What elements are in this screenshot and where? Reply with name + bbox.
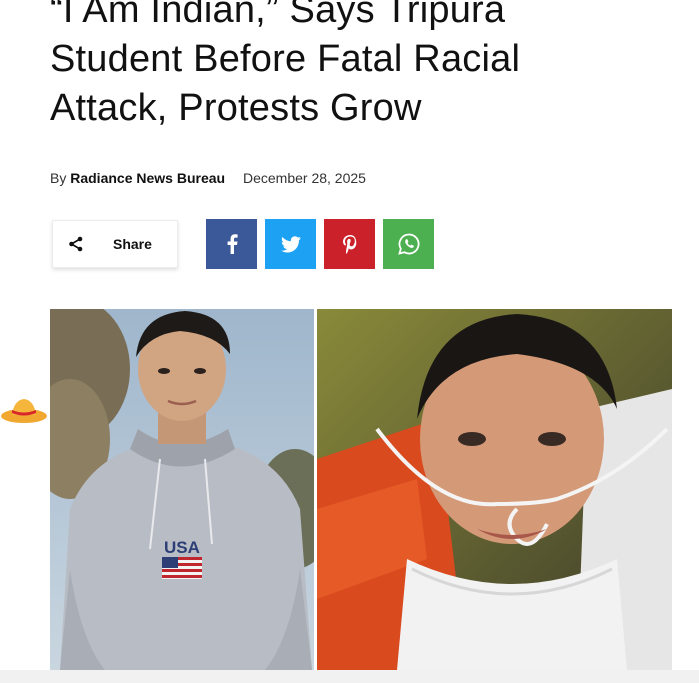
straw-hat-sticker-icon (1, 399, 47, 423)
whatsapp-share-button[interactable] (383, 219, 434, 269)
headline-line-2: Student Before Fatal Racial (50, 38, 521, 80)
whatsapp-icon (397, 233, 419, 255)
twitter-bird-icon (280, 235, 301, 252)
share-icon (67, 235, 85, 253)
publish-date: December 28, 2025 (242, 170, 366, 186)
headline-line-3: Attack, Protests Grow (50, 87, 422, 129)
author-link[interactable]: Radiance News Bureau (70, 170, 225, 186)
byline: By Radiance News Bureau December 28, 202… (50, 170, 366, 186)
pinterest-share-button[interactable] (324, 219, 375, 269)
shirt-print-text: USA (164, 538, 200, 557)
share-button[interactable]: Share (52, 220, 178, 268)
article-photo-injured-student (317, 309, 672, 670)
byline-prefix: By (50, 170, 67, 186)
article-headline: “I Am Indian,” Says Tripura Student Befo… (50, 0, 670, 133)
headline-line-1: “I Am Indian,” Says Tripura (50, 0, 506, 31)
share-label: Share (113, 236, 152, 252)
twitter-share-button[interactable] (265, 219, 316, 269)
facebook-share-button[interactable] (206, 219, 257, 269)
facebook-icon (227, 234, 238, 254)
article-photo-student-portrait: USA (50, 309, 314, 670)
bottom-strip (0, 670, 699, 683)
pinterest-icon (342, 234, 356, 254)
